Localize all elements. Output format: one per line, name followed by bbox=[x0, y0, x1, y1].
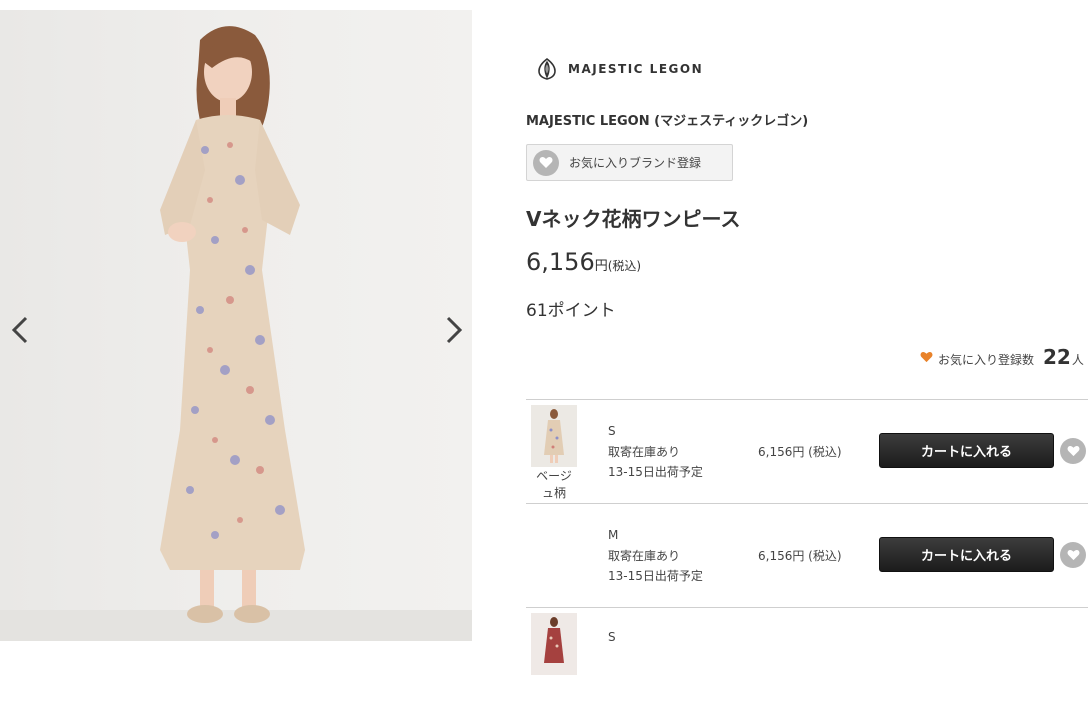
product-price: 6,156円(税込) bbox=[526, 248, 641, 276]
price-unit: 円 bbox=[594, 259, 608, 274]
product-main-photo bbox=[160, 26, 305, 623]
favorite-count-unit: 人 bbox=[1071, 353, 1084, 367]
brand-emblem-icon bbox=[538, 57, 556, 80]
product-image-gallery bbox=[0, 10, 472, 641]
color-name: ベージュ柄 bbox=[536, 469, 572, 500]
favorite-count-label: お気に入り登録数 bbox=[938, 353, 1035, 367]
brand-logo[interactable]: MAJESTIC LEGON bbox=[536, 56, 703, 82]
heart-icon bbox=[1067, 549, 1079, 561]
product-title: Vネック花柄ワンピース bbox=[526, 207, 741, 231]
sku-stock-status: 取寄在庫あり bbox=[608, 445, 681, 459]
sku-table: ベージュ柄 S 取寄在庫あり 13-15日出荷予定 6,156円 (税込) カー… bbox=[526, 399, 1088, 711]
sku-size: M bbox=[608, 528, 619, 542]
reward-points: 61ポイント bbox=[526, 301, 616, 321]
sku-size: S bbox=[608, 630, 616, 644]
favorite-brand-label: お気に入りブランド登録 bbox=[569, 156, 702, 170]
sku-price: 6,156円 (税込) bbox=[758, 549, 842, 563]
chevron-right-icon bbox=[446, 316, 463, 344]
sku-row: S bbox=[526, 607, 1088, 711]
sku-price: 6,156円 (税込) bbox=[758, 445, 842, 459]
favorite-count: お気に入り登録数 22 人 bbox=[920, 345, 1084, 369]
color-thumbnail[interactable] bbox=[531, 613, 577, 675]
sku-row: ベージュ柄 S 取寄在庫あり 13-15日出荷予定 6,156円 (税込) カー… bbox=[526, 399, 1088, 503]
sku-shipping-estimate: 13-15日出荷予定 bbox=[608, 569, 703, 583]
favorite-item-button[interactable] bbox=[1060, 438, 1086, 464]
color-thumbnail[interactable] bbox=[531, 405, 577, 467]
sku-size: S bbox=[608, 424, 616, 438]
sku-row: M 取寄在庫あり 13-15日出荷予定 6,156円 (税込) カートに入れる bbox=[526, 503, 1088, 607]
price-value: 6,156 bbox=[526, 248, 595, 276]
heart-icon bbox=[920, 351, 933, 363]
price-tax-note: (税込) bbox=[607, 259, 642, 273]
favorite-count-number: 22 bbox=[1043, 345, 1071, 369]
add-to-cart-button[interactable]: カートに入れる bbox=[879, 537, 1054, 572]
gallery-prev-button[interactable] bbox=[2, 310, 38, 350]
gallery-next-button[interactable] bbox=[436, 310, 472, 350]
chevron-left-icon bbox=[11, 316, 28, 344]
product-info-panel: MAJESTIC LEGON MAJESTIC LEGON (マジェスティックレ… bbox=[526, 0, 1088, 675]
sku-shipping-estimate: 13-15日出荷予定 bbox=[608, 465, 703, 479]
favorite-brand-button[interactable]: お気に入りブランド登録 bbox=[526, 144, 733, 181]
sku-stock-status: 取寄在庫あり bbox=[608, 549, 681, 563]
heart-icon bbox=[533, 149, 559, 176]
brand-logo-text: MAJESTIC LEGON bbox=[568, 62, 704, 76]
add-to-cart-button[interactable]: カートに入れる bbox=[879, 433, 1054, 468]
heart-icon bbox=[1067, 445, 1079, 457]
favorite-item-button[interactable] bbox=[1060, 542, 1086, 568]
brand-name[interactable]: MAJESTIC LEGON (マジェスティックレゴン) bbox=[526, 110, 808, 129]
